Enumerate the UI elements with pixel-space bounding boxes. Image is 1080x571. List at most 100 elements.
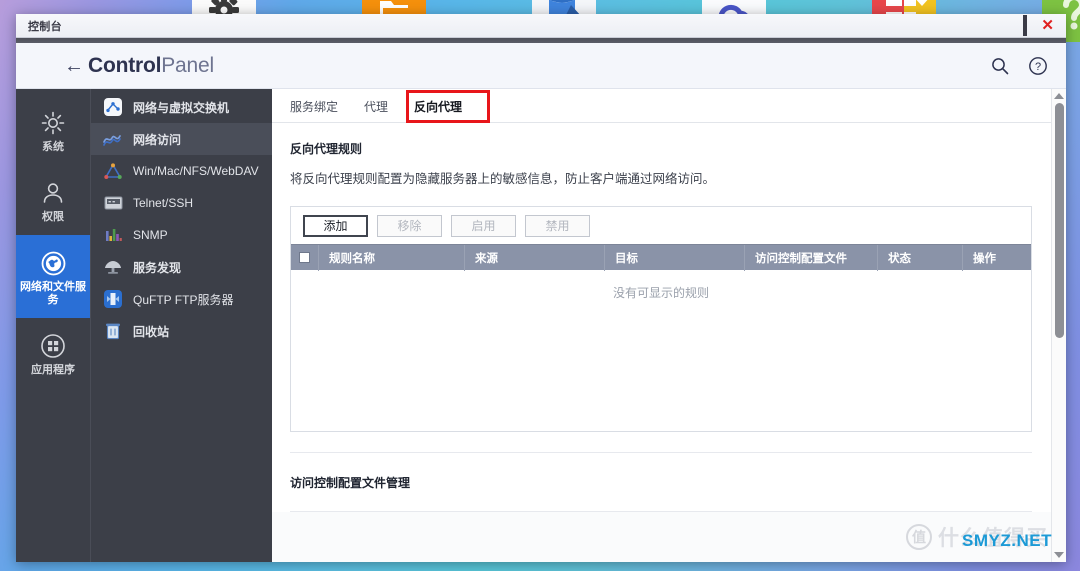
table-body: 没有可显示的规则: [291, 270, 1031, 431]
section-divider: [290, 452, 1032, 453]
window-title: 控制台: [28, 20, 62, 33]
empty-state-message: 没有可显示的规则: [612, 286, 709, 300]
page-title: ControlPanel: [88, 54, 214, 78]
section-title-reverse-proxy-rules: 反向代理规则: [290, 142, 363, 156]
app-title-light: Panel: [161, 53, 214, 77]
search-icon[interactable]: [990, 56, 1010, 76]
help-circle-icon[interactable]: ?: [1028, 56, 1048, 76]
close-button[interactable]: ✕: [1041, 18, 1054, 33]
recycle-bin-icon: [103, 321, 123, 341]
scrollbar-thumb[interactable]: [1054, 103, 1064, 338]
tab-proxy[interactable]: 代理: [364, 98, 388, 122]
network-access-icon: [103, 129, 123, 149]
sidebar-label-network-access: 网络访问: [133, 132, 182, 147]
select-all-checkbox[interactable]: [291, 244, 319, 271]
desktop-background: 控制台 ✕ ← ControlPanel ? 系统 权限 网络和文件服务 应用程…: [0, 0, 1080, 571]
header-actions: ?: [990, 56, 1048, 76]
sidebar-label-network-file-services: 网络和文件服务: [20, 281, 86, 306]
sidebar-label-applications: 应用程序: [31, 364, 75, 376]
sidebar-item-system[interactable]: 系统: [16, 95, 90, 165]
rules-toolbar: 添加 移除 启用 禁用: [291, 207, 1031, 244]
column-actions[interactable]: 操作: [963, 245, 1031, 271]
tab-bar: 服务绑定 代理 反向代理: [272, 89, 1066, 123]
sidebar-item-network-virtual-switch[interactable]: 网络与虚拟交换机: [91, 91, 272, 123]
content-area: 服务绑定 代理 反向代理 反向代理规则 将反向代理规则配置为隐藏服务器上的敏感信…: [272, 89, 1066, 562]
globe-icon: [20, 248, 86, 278]
table-header-row: 规则名称 来源 目标 访问控制配置文件 状态 操作: [291, 244, 1031, 271]
column-source[interactable]: 来源: [465, 244, 605, 271]
sidebar-item-network-access[interactable]: 网络访问: [91, 123, 272, 155]
sidebar-item-recycle-bin[interactable]: 回收站: [91, 315, 272, 347]
sidebar-label-telnet-ssh: Telnet/SSH: [133, 196, 194, 210]
sidebar-label-network-virtual-switch: 网络与虚拟交换机: [133, 100, 230, 115]
ftp-server-icon: [103, 289, 123, 309]
remove-button-label: 移除: [397, 219, 422, 233]
maximize-button[interactable]: [1023, 14, 1028, 36]
sidebar-label-privilege: 权限: [42, 211, 64, 223]
back-arrow-icon[interactable]: ←: [64, 56, 84, 76]
window-controls: ✕: [1009, 14, 1060, 36]
sidebar-item-privilege[interactable]: 权限: [16, 165, 90, 235]
vertical-scrollbar[interactable]: [1051, 89, 1066, 562]
sidebar-item-snmp[interactable]: SNMP: [91, 219, 272, 251]
content-scroll-area: 反向代理规则 将反向代理规则配置为隐藏服务器上的敏感信息，防止客户端通过网络访问…: [272, 123, 1066, 562]
control-panel-window: 控制台 ✕ ← ControlPanel ? 系统 权限 网络和文件服务 应用程…: [16, 14, 1066, 562]
sidebar-item-quftp-server[interactable]: QuFTP FTP服务器: [91, 283, 272, 315]
tab-service-binding[interactable]: 服务绑定: [290, 98, 338, 122]
enable-button[interactable]: 启用: [451, 214, 516, 237]
user-icon: [20, 178, 86, 208]
scroll-down-button[interactable]: [1052, 548, 1067, 562]
tab-label: 代理: [364, 100, 389, 114]
section-description: 将反向代理规则配置为隐藏服务器上的敏感信息，防止客户端通过网络访问。: [290, 172, 716, 186]
sidebar-label-snmp: SNMP: [133, 228, 168, 242]
sidebar-item-service-discovery[interactable]: 服务发现: [91, 251, 272, 283]
sidebar-label-system: 系统: [42, 141, 64, 153]
column-rule-name[interactable]: 规则名称: [319, 244, 465, 271]
column-status[interactable]: 状态: [878, 244, 963, 271]
content-footer-spacer: [272, 512, 1066, 562]
enable-button-label: 启用: [471, 219, 496, 233]
add-button[interactable]: 添加: [303, 214, 368, 237]
section-title-access-control-profile-management: 访问控制配置文件管理: [290, 476, 411, 490]
column-label: 来源: [475, 252, 498, 265]
terminal-icon: [103, 193, 123, 213]
network-switch-icon: [103, 97, 123, 117]
chevron-up-icon: [1054, 93, 1064, 99]
tab-reverse-proxy[interactable]: 反向代理: [408, 98, 469, 123]
grid-apps-icon: [20, 331, 86, 361]
window-body: 系统 权限 网络和文件服务 应用程序 网络与虚拟交换机 网络访问 Win/Mac…: [16, 89, 1066, 562]
column-label: 状态: [888, 252, 911, 265]
column-label: 操作: [973, 252, 996, 265]
maximize-icon: [1023, 14, 1028, 36]
disable-button[interactable]: 禁用: [525, 214, 590, 237]
tab-label: 反向代理: [414, 100, 463, 114]
gear-icon: [20, 108, 86, 138]
sidebar-item-telnet-ssh[interactable]: Telnet/SSH: [91, 187, 272, 219]
add-button-label: 添加: [323, 219, 348, 233]
tab-label: 服务绑定: [290, 100, 339, 114]
column-label: 访问控制配置文件: [755, 252, 847, 265]
sidebar-item-network-file-services[interactable]: 网络和文件服务: [16, 235, 90, 318]
scrollbar-track[interactable]: [1052, 103, 1067, 548]
sidebar-item-win-mac-nfs-webdav[interactable]: Win/Mac/NFS/WebDAV: [91, 155, 272, 187]
sidebar-label-recycle-bin: 回收站: [133, 324, 170, 339]
service-discovery-icon: [103, 257, 123, 277]
column-target[interactable]: 目标: [605, 244, 745, 271]
remove-button[interactable]: 移除: [377, 214, 442, 237]
svg-text:?: ?: [1035, 61, 1041, 73]
column-label: 目标: [615, 252, 638, 265]
sidebar-item-applications[interactable]: 应用程序: [16, 318, 90, 388]
sidebar-label-quftp-server: QuFTP FTP服务器: [133, 292, 234, 307]
secondary-sidebar: 网络与虚拟交换机 网络访问 Win/Mac/NFS/WebDAV Telnet/…: [90, 89, 272, 562]
scroll-up-button[interactable]: [1052, 89, 1067, 103]
app-header: ← ControlPanel ?: [16, 43, 1066, 89]
primary-sidebar: 系统 权限 网络和文件服务 应用程序: [16, 89, 90, 562]
column-label: 规则名称: [329, 252, 375, 265]
checkbox-icon: [299, 252, 310, 263]
window-titlebar: 控制台 ✕: [16, 14, 1066, 38]
column-access-control-profile[interactable]: 访问控制配置文件: [745, 244, 878, 271]
chevron-down-icon: [1054, 552, 1064, 558]
app-title-strong: Control: [88, 53, 162, 77]
sidebar-label-win-mac-nfs-webdav: Win/Mac/NFS/WebDAV: [133, 164, 259, 178]
bar-chart-icon: [103, 225, 123, 245]
